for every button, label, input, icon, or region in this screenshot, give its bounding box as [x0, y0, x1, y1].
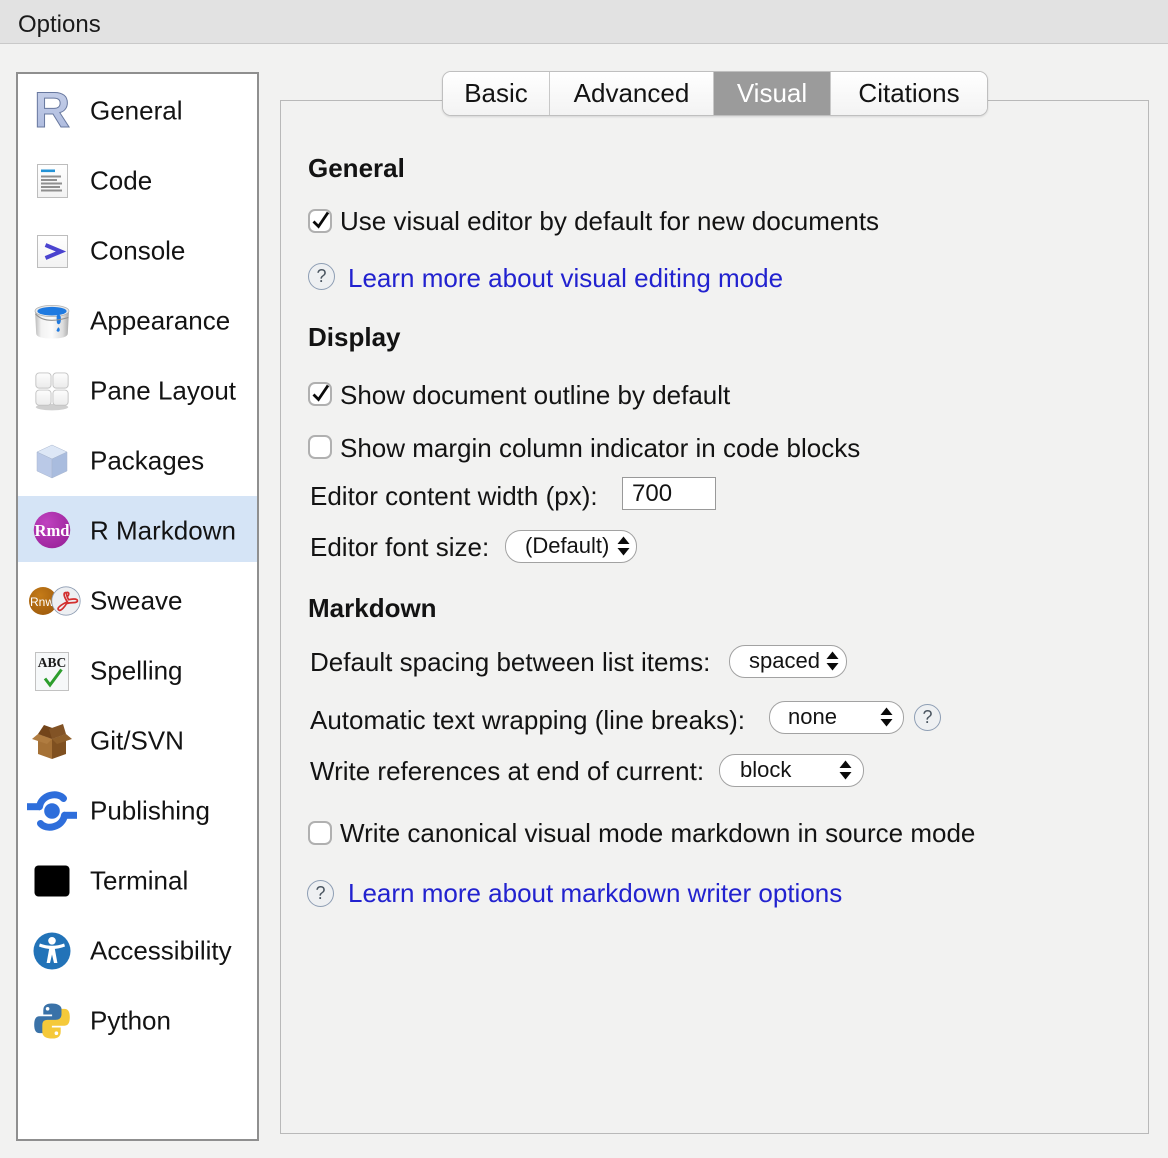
- svg-text:ABC: ABC: [38, 655, 67, 670]
- svg-text:Rmd: Rmd: [34, 521, 70, 540]
- svg-text:R: R: [34, 89, 70, 133]
- svg-text:Rnw: Rnw: [30, 595, 54, 609]
